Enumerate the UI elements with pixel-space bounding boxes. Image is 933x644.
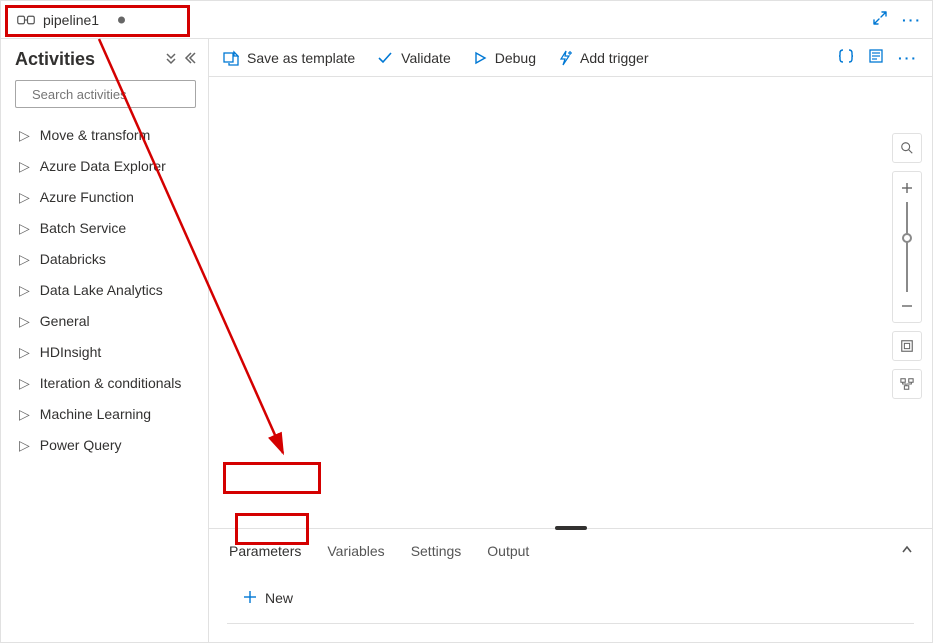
expand-icon[interactable] (872, 10, 888, 29)
check-icon (377, 50, 393, 66)
activities-sidebar: Activities ▷ Move & transform ▷ Azure Data… (1, 39, 209, 642)
activity-group-label: Data Lake Analytics (40, 282, 163, 298)
tab-variables[interactable]: Variables (325, 539, 386, 563)
activity-group[interactable]: ▷ HDInsight (15, 337, 196, 367)
template-icon (223, 50, 239, 66)
debug-button[interactable]: Debug (473, 50, 536, 66)
pipeline-tab-label: pipeline1 (43, 12, 99, 28)
activity-group-label: Move & transform (40, 127, 150, 143)
validate-label: Validate (401, 50, 451, 66)
chevron-right-icon: ▷ (19, 282, 30, 299)
properties-icon[interactable] (868, 48, 884, 67)
chevron-right-icon: ▷ (19, 127, 30, 144)
pipeline-icon (17, 13, 35, 27)
chevron-right-icon: ▷ (19, 189, 30, 206)
more-icon[interactable]: ··· (902, 12, 922, 28)
json-braces-icon[interactable] (838, 48, 854, 67)
plus-icon (243, 590, 257, 607)
tab-output[interactable]: Output (485, 539, 531, 563)
collapse-panel-icon[interactable] (900, 543, 914, 560)
activity-group[interactable]: ▷ Iteration & conditionals (15, 368, 196, 398)
collapse-sidebar-icon[interactable] (182, 51, 196, 68)
fit-to-screen-button[interactable] (892, 331, 922, 361)
chevron-right-icon: ▷ (19, 406, 30, 423)
validate-button[interactable]: Validate (377, 50, 451, 66)
activity-group[interactable]: ▷ Databricks (15, 244, 196, 274)
activity-group-label: Azure Data Explorer (40, 158, 166, 174)
activity-group[interactable]: ▷ Azure Data Explorer (15, 151, 196, 181)
add-trigger-label: Add trigger (580, 50, 648, 66)
chevron-right-icon: ▷ (19, 313, 30, 330)
unsaved-indicator-icon (118, 16, 125, 23)
zoom-out-button[interactable] (901, 296, 913, 316)
activities-list: ▷ Move & transform ▷ Azure Data Explorer ▷… (15, 120, 196, 460)
layout-button[interactable] (892, 369, 922, 399)
more-icon[interactable]: ··· (898, 50, 918, 66)
activity-group[interactable]: ▷ General (15, 306, 196, 336)
chevron-right-icon: ▷ (19, 251, 30, 268)
activity-group[interactable]: ▷ Machine Learning (15, 399, 196, 429)
sidebar-title: Activities (15, 49, 95, 70)
lightning-icon (558, 50, 572, 66)
add-trigger-button[interactable]: Add trigger (558, 50, 648, 66)
activity-group[interactable]: ▷ Move & transform (15, 120, 196, 150)
save-as-template-button[interactable]: Save as template (223, 50, 355, 66)
chevron-right-icon: ▷ (19, 158, 30, 175)
activity-group-label: Databricks (40, 251, 106, 267)
search-activities-input[interactable] (30, 86, 210, 103)
properties-panel: Parameters Variables Settings Output New (209, 528, 932, 642)
activity-group-label: Batch Service (40, 220, 126, 236)
canvas-zoom-tools (892, 133, 922, 399)
chevrons-down-icon[interactable] (164, 51, 178, 68)
zoom-slider[interactable] (906, 202, 908, 292)
panel-resize-handle[interactable] (555, 526, 587, 530)
activity-group-label: General (40, 313, 90, 329)
search-activities-box[interactable] (15, 80, 196, 108)
zoom-handle[interactable] (902, 233, 912, 243)
pipeline-tab[interactable]: pipeline1 (11, 8, 133, 32)
activity-group[interactable]: ▷ Azure Function (15, 182, 196, 212)
chevron-right-icon: ▷ (19, 344, 30, 361)
chevron-right-icon: ▷ (19, 220, 30, 237)
chevron-right-icon: ▷ (19, 437, 30, 454)
pipeline-canvas[interactable] (209, 77, 932, 528)
chevron-right-icon: ▷ (19, 375, 30, 392)
activity-group-label: HDInsight (40, 344, 101, 360)
activity-group[interactable]: ▷ Batch Service (15, 213, 196, 243)
activity-group-label: Power Query (40, 437, 122, 453)
play-icon (473, 51, 487, 65)
zoom-in-button[interactable] (901, 178, 913, 198)
activity-group-label: Iteration & conditionals (40, 375, 182, 391)
new-parameter-button[interactable]: New (233, 583, 307, 613)
activity-group-label: Azure Function (40, 189, 134, 205)
activity-group[interactable]: ▷ Power Query (15, 430, 196, 460)
activity-group-label: Machine Learning (40, 406, 151, 422)
new-parameter-label: New (265, 590, 293, 606)
canvas-search-button[interactable] (892, 133, 922, 163)
canvas-toolbar: Save as template Validate Debug Add trig… (209, 39, 932, 77)
tab-parameters[interactable]: Parameters (227, 539, 303, 563)
activity-group[interactable]: ▷ Data Lake Analytics (15, 275, 196, 305)
save-as-template-label: Save as template (247, 50, 355, 66)
tab-settings[interactable]: Settings (409, 539, 464, 563)
debug-label: Debug (495, 50, 536, 66)
